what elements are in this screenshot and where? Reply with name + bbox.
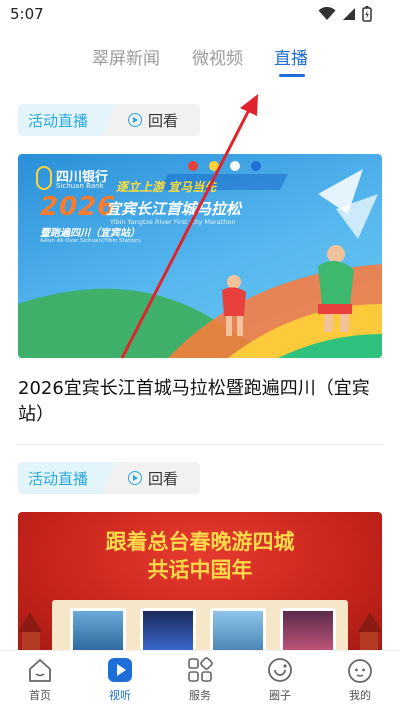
slogan-text: 逐立上游 宜马当先 <box>116 180 217 194</box>
lantern-decoration <box>18 612 382 652</box>
event-thumbnail[interactable]: 四川银行 Sichuan Bank 逐立上游 宜马当先 2026 宜宾长江首城马… <box>18 154 382 358</box>
replay-badge-label: 回看 <box>148 470 179 488</box>
wifi-icon <box>318 7 336 20</box>
video-play-icon <box>107 657 133 683</box>
badge-row: 活动直播 回看 <box>18 462 200 494</box>
nav-profile[interactable]: 我的 <box>330 657 390 703</box>
live-badge-label: 活动直播 <box>28 112 89 130</box>
nav-circle[interactable]: 圈子 <box>250 657 310 703</box>
cellular-signal-icon <box>343 8 355 20</box>
replay-badge-label: 回看 <box>148 112 179 130</box>
nav-video-label: 视听 <box>109 689 131 702</box>
badge-row: 活动直播 回看 <box>18 104 200 136</box>
bottom-navigation: 首页 视听 服务 圈子 我的 <box>0 650 400 710</box>
services-grid-icon <box>187 657 213 683</box>
event-year: 2026 <box>40 192 117 222</box>
nav-home-label: 首页 <box>29 689 51 702</box>
card-divider <box>18 444 382 445</box>
play-circle-icon <box>128 471 142 485</box>
event-title-graphic: 宜宾长江首城马拉松 <box>106 200 242 218</box>
nav-services-label: 服务 <box>189 689 211 702</box>
bank-mark-icon <box>36 166 52 190</box>
live-card[interactable]: 活动直播 回看 四川银行 Sichuan Bank 逐立上游 宜马当先 2026… <box>18 104 382 425</box>
status-bar: 5:07 <box>0 0 400 30</box>
tab-news[interactable]: 翠屏新闻 <box>92 44 160 69</box>
status-icons <box>318 6 372 22</box>
event-subtitle: 暨跑遍四川（宜宾站） <box>40 228 140 239</box>
live-card[interactable]: 活动直播 回看 跟着总台春晚游四城 共话中国年 <box>18 462 382 652</box>
nav-profile-label: 我的 <box>349 689 371 702</box>
active-tab-indicator <box>279 74 305 77</box>
battery-icon <box>362 6 372 22</box>
profile-face-icon <box>347 657 373 683</box>
card-title[interactable]: 2026宜宾长江首城马拉松暨跑遍四川（宜宾站） <box>18 376 382 428</box>
tab-micro-video[interactable]: 微视频 <box>192 44 243 69</box>
tab-live[interactable]: 直播 <box>274 44 308 69</box>
event-thumbnail[interactable]: 跟着总台春晚游四城 共话中国年 <box>18 512 382 652</box>
circle-icon <box>267 657 293 683</box>
bank-name-en: Sichuan Bank <box>56 182 104 190</box>
home-icon <box>27 657 53 683</box>
nav-home[interactable]: 首页 <box>10 657 70 703</box>
nav-services[interactable]: 服务 <box>170 657 230 703</box>
nav-circle-label: 圈子 <box>269 689 291 702</box>
play-circle-icon <box>128 113 142 127</box>
live-badge-label: 活动直播 <box>28 470 89 488</box>
nav-video[interactable]: 视听 <box>90 657 150 703</box>
status-time: 5:07 <box>10 5 44 23</box>
event-subtitle-en: &Run All Over Sichuan(Yibin Station) <box>40 238 141 244</box>
top-tab-bar: 翠屏新闻 微视频 直播 <box>0 44 400 84</box>
